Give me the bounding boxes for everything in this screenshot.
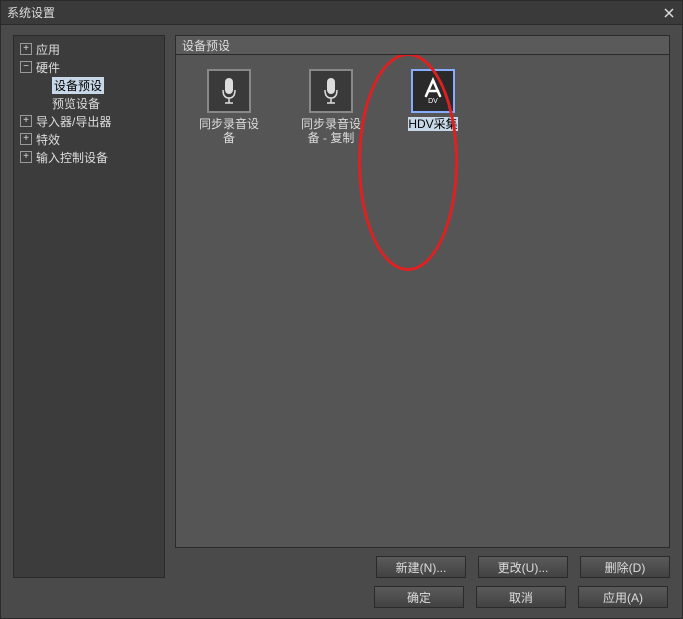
tree-label: 特效 [36, 131, 60, 148]
preset-label: 同步录音设备 [194, 117, 264, 145]
change-button[interactable]: 更改(U)... [478, 556, 568, 578]
expand-icon[interactable]: + [20, 151, 32, 163]
tree-item-device-preset[interactable]: 设备预设 [14, 76, 164, 94]
apply-button[interactable]: 应用(A) [578, 586, 668, 608]
tree-item-effects[interactable]: + 特效 [14, 130, 164, 148]
preset-item-hdv-capture[interactable]: DV HDV采集 [398, 69, 468, 145]
titlebar: 系统设置 [1, 1, 682, 25]
expand-icon[interactable]: + [20, 43, 32, 55]
tree-label: 输入控制设备 [36, 149, 108, 166]
tree-label: 预览设备 [52, 95, 100, 112]
sidebar-tree[interactable]: + 应用 − 硬件 设备预设 预览设备 + 导入器/导出器 + 特效 [13, 35, 165, 578]
panel-button-row: 新建(N)... 更改(U)... 删除(D) [175, 556, 670, 578]
delete-button[interactable]: 删除(D) [580, 556, 670, 578]
tree-item-app[interactable]: + 应用 [14, 40, 164, 58]
panel-header: 设备预设 [175, 35, 670, 55]
adv-icon: DV [411, 69, 455, 113]
preset-list-area[interactable]: 同步录音设备 同步录音设备 - 复制 DV HDV采集 [175, 55, 670, 548]
expand-icon[interactable]: + [20, 133, 32, 145]
tree-label: 硬件 [36, 59, 60, 76]
preset-label: 同步录音设备 - 复制 [296, 117, 366, 145]
content-area: + 应用 − 硬件 设备预设 预览设备 + 导入器/导出器 + 特效 [1, 25, 682, 578]
expand-icon[interactable]: + [20, 115, 32, 127]
preset-label: HDV采集 [408, 117, 457, 131]
mic-icon [207, 69, 251, 113]
close-button[interactable] [660, 4, 678, 22]
tree-item-preview-device[interactable]: 预览设备 [14, 94, 164, 112]
tree-item-importer[interactable]: + 导入器/导出器 [14, 112, 164, 130]
ok-button[interactable]: 确定 [374, 586, 464, 608]
close-icon [663, 7, 675, 19]
preset-item-sync-record-copy[interactable]: 同步录音设备 - 复制 [296, 69, 366, 145]
window-title: 系统设置 [7, 4, 55, 21]
dialog-button-row: 确定 取消 应用(A) [374, 586, 668, 608]
main-panel: 设备预设 同步录音设备 同步录音设备 - 复制 [175, 35, 670, 578]
panel-title: 设备预设 [182, 37, 230, 54]
preset-grid: 同步录音设备 同步录音设备 - 复制 DV HDV采集 [194, 69, 651, 145]
new-button[interactable]: 新建(N)... [376, 556, 466, 578]
mic-icon [309, 69, 353, 113]
tree-item-input-control[interactable]: + 输入控制设备 [14, 148, 164, 166]
tree-label: 设备预设 [52, 77, 104, 94]
cancel-button[interactable]: 取消 [476, 586, 566, 608]
tree-item-hardware[interactable]: − 硬件 [14, 58, 164, 76]
tree-label: 导入器/导出器 [36, 113, 111, 130]
system-settings-window: 系统设置 + 应用 − 硬件 设备预设 预览设备 + [0, 0, 683, 619]
collapse-icon[interactable]: − [20, 61, 32, 73]
svg-text:DV: DV [428, 98, 438, 105]
tree-label: 应用 [36, 41, 60, 58]
preset-item-sync-record[interactable]: 同步录音设备 [194, 69, 264, 145]
